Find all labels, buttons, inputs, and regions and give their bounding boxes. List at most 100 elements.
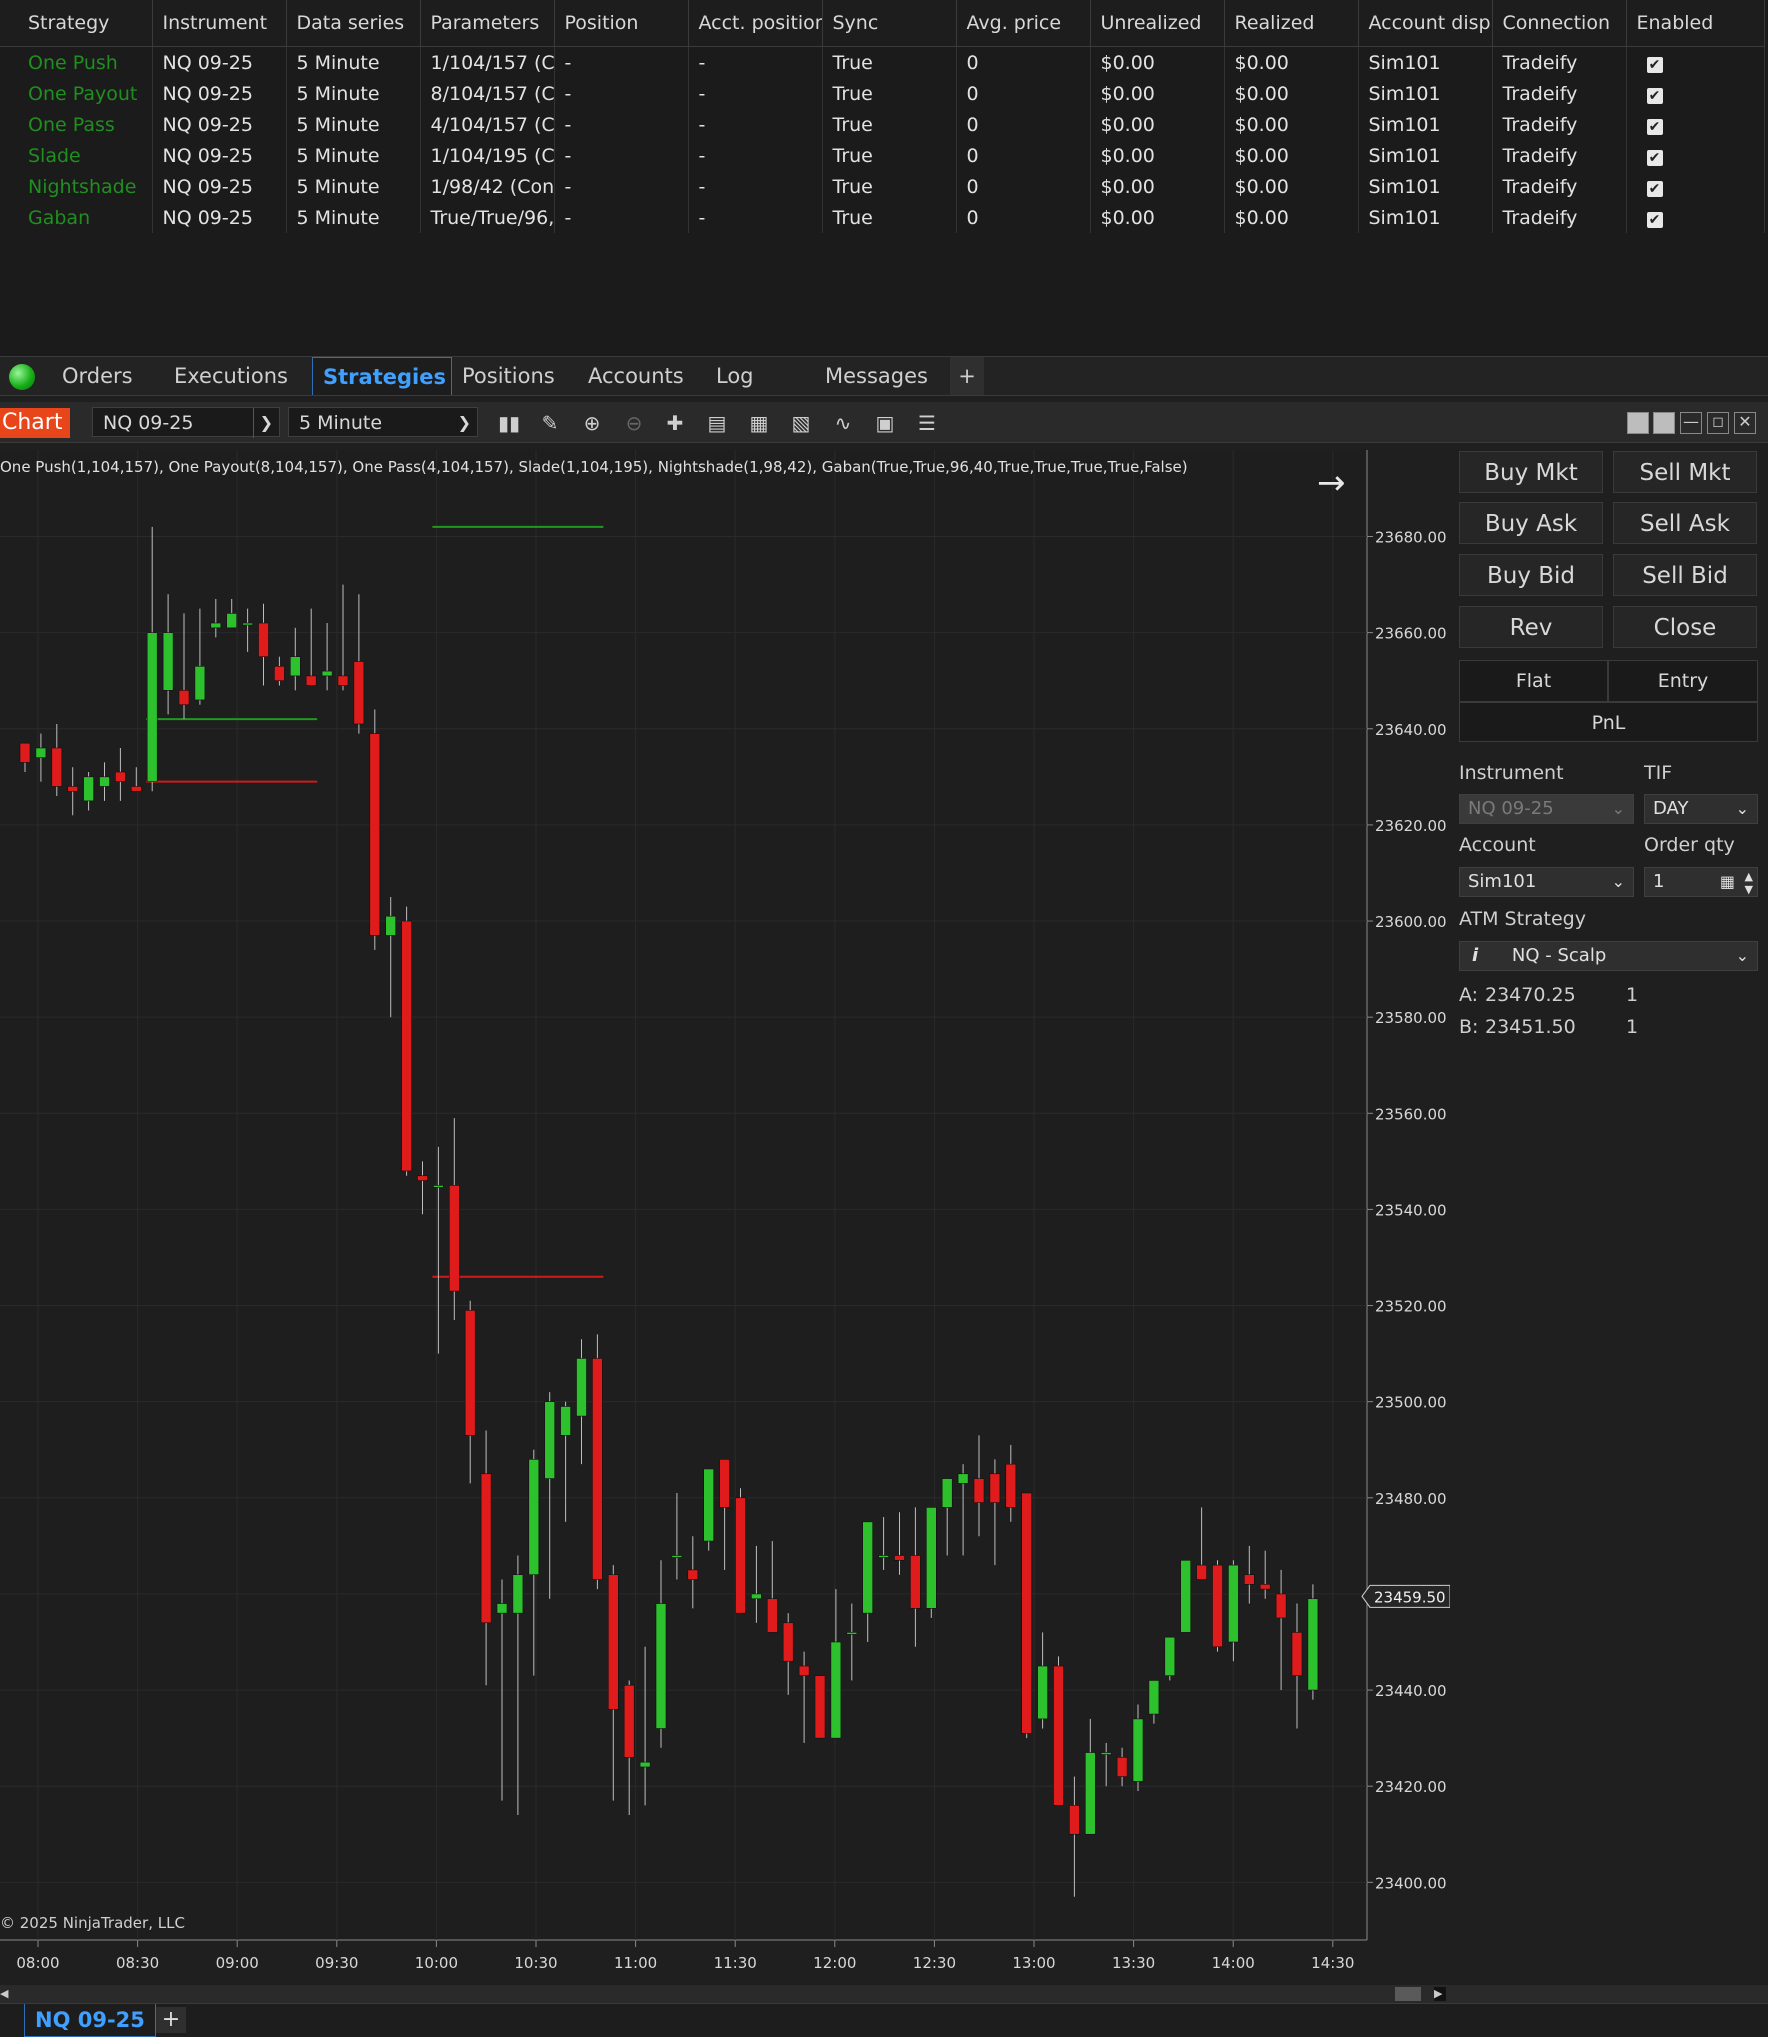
atm-strategy-label: ATM Strategy xyxy=(1459,908,1586,930)
tif-select-value: DAY xyxy=(1653,798,1689,819)
sell-bid-button[interactable]: Sell Bid xyxy=(1613,554,1757,596)
table-cell: Tradeify xyxy=(1492,78,1627,109)
close-icon[interactable]: ✕ xyxy=(1734,412,1756,434)
atm-strategy-select[interactable]: i NQ - Scalp ⌄ xyxy=(1459,941,1758,971)
enabled-checkbox[interactable]: ✔ xyxy=(1646,56,1663,73)
enabled-cell[interactable]: ✔ xyxy=(1626,140,1765,171)
info-icon[interactable]: i xyxy=(1472,945,1478,966)
candle-body xyxy=(925,1507,937,1609)
candle-body xyxy=(83,776,94,802)
tab-executions[interactable]: Executions xyxy=(164,357,298,395)
column-header[interactable]: Account display xyxy=(1358,0,1493,47)
candle-body xyxy=(51,747,63,787)
drawing-tool-icon[interactable]: ✎ xyxy=(535,408,565,438)
scroll-left-icon[interactable]: ◀ xyxy=(0,1987,10,2001)
chart-tab-nq[interactable]: NQ 09-25 xyxy=(24,2004,156,2037)
window-tile-icon[interactable] xyxy=(1653,412,1675,434)
sell-market-button[interactable]: Sell Mkt xyxy=(1613,451,1757,493)
column-header[interactable]: Strategy xyxy=(0,0,153,47)
tab-positions[interactable]: Positions xyxy=(452,357,565,395)
column-header[interactable]: Position xyxy=(554,0,689,47)
reverse-button[interactable]: Rev xyxy=(1459,606,1603,648)
sell-ask-button[interactable]: Sell Ask xyxy=(1613,502,1757,544)
interval-selector[interactable]: 5 Minute ❯ xyxy=(288,407,478,437)
table-row[interactable]: Nightshade NQ 09-25 5 Minute 1/98/42 (Cont -… xyxy=(0,171,1765,202)
enabled-checkbox[interactable]: ✔ xyxy=(1646,87,1663,104)
grid-body: One Push NQ 09-25 5 Minute 1/104/157 (Co - - T… xyxy=(0,46,1765,233)
maximize-icon[interactable]: ◻ xyxy=(1707,412,1729,434)
zoom-out-icon[interactable]: ⊖ xyxy=(619,408,649,438)
column-header[interactable]: Sync xyxy=(822,0,957,47)
candle-body xyxy=(1164,1636,1176,1676)
table-row[interactable]: One Payout NQ 09-25 5 Minute 8/104/157 (Co -… xyxy=(0,78,1765,109)
enabled-checkbox[interactable]: ✔ xyxy=(1646,180,1663,197)
enabled-cell[interactable]: ✔ xyxy=(1626,46,1765,78)
enabled-cell[interactable]: ✔ xyxy=(1626,171,1765,202)
candle-body xyxy=(115,771,126,782)
table-cell: $0.00 xyxy=(1090,202,1225,233)
templates-icon[interactable]: ▣ xyxy=(870,408,900,438)
close-position-button[interactable]: Close xyxy=(1613,606,1757,648)
price-tick-label: 23520.00 xyxy=(1375,1298,1447,1316)
enabled-checkbox[interactable]: ✔ xyxy=(1646,211,1663,228)
column-header[interactable]: Enabled xyxy=(1626,0,1765,47)
tab-accounts[interactable]: Accounts xyxy=(578,357,694,395)
enabled-cell[interactable]: ✔ xyxy=(1626,109,1765,140)
column-header[interactable]: Realized xyxy=(1224,0,1359,47)
add-tab-button[interactable]: + xyxy=(950,357,984,395)
enabled-checkbox[interactable]: ✔ xyxy=(1646,149,1663,166)
enabled-cell[interactable]: ✔ xyxy=(1626,202,1765,233)
tab-orders[interactable]: Orders xyxy=(52,357,143,395)
enabled-cell[interactable]: ✔ xyxy=(1626,78,1765,109)
table-cell: Tradeify xyxy=(1492,171,1627,202)
qty-stepper-icon[interactable]: ▲ ▼ xyxy=(1745,870,1753,896)
properties-icon[interactable]: ☰ xyxy=(912,408,942,438)
data-box-icon[interactable]: ▤ xyxy=(702,408,732,438)
table-row[interactable]: Slade NQ 09-25 5 Minute 1/104/195 (Co - - True… xyxy=(0,140,1765,171)
buy-bid-button[interactable]: Buy Bid xyxy=(1459,554,1603,596)
column-header[interactable]: Instrument xyxy=(152,0,287,47)
tab-log[interactable]: Log xyxy=(706,357,764,395)
buy-ask-button[interactable]: Buy Ask xyxy=(1459,502,1603,544)
candle-body xyxy=(655,1603,667,1729)
scrollbar-thumb[interactable] xyxy=(1395,1987,1421,2001)
indicators-icon[interactable]: ▧ xyxy=(786,408,816,438)
column-header[interactable]: Unrealized xyxy=(1090,0,1225,47)
horizontal-scrollbar[interactable]: ◀ ▶ xyxy=(0,1985,1768,2003)
tif-select[interactable]: DAY ⌄ xyxy=(1644,794,1758,824)
scroll-right-icon[interactable]: ▶ xyxy=(1434,1987,1446,2001)
zoom-in-icon[interactable]: ⊕ xyxy=(577,408,607,438)
tab-strategies[interactable]: Strategies xyxy=(312,357,452,395)
table-row[interactable]: Gaban NQ 09-25 5 Minute True/True/96, - - True… xyxy=(0,202,1765,233)
enabled-checkbox[interactable]: ✔ xyxy=(1646,118,1663,135)
chart-trader-icon[interactable]: ▦ xyxy=(744,408,774,438)
crosshair-icon[interactable]: ✚ xyxy=(660,408,690,438)
table-row[interactable]: One Push NQ 09-25 5 Minute 1/104/157 (Co - - T… xyxy=(0,46,1765,78)
instrument-select[interactable]: NQ 09-25 ⌄ xyxy=(1459,794,1634,824)
strategies-icon[interactable]: ∿ xyxy=(828,408,858,438)
column-header[interactable]: Connection xyxy=(1492,0,1627,47)
instrument-selector[interactable]: NQ 09-25 ❯ xyxy=(92,407,280,438)
window-link-icon[interactable] xyxy=(1627,412,1649,434)
order-qty-input[interactable]: 1 ▦ ▲ ▼ xyxy=(1644,867,1758,897)
table-cell: NQ 09-25 xyxy=(152,46,287,78)
table-row[interactable]: One Pass NQ 09-25 5 Minute 4/104/157 (Co - - T… xyxy=(0,109,1765,140)
table-cell: - xyxy=(688,171,823,202)
indicator-legend: One Push(1,104,157), One Payout(8,104,15… xyxy=(0,458,1188,476)
candle-body xyxy=(1307,1598,1319,1691)
calculator-icon[interactable]: ▦ xyxy=(1720,868,1735,896)
column-header[interactable]: Data series xyxy=(286,0,421,47)
column-header[interactable]: Parameters xyxy=(420,0,555,47)
price-chart[interactable]: 23680.00 23660.00 23640.00 23620.00 23600.00… xyxy=(0,450,1450,1985)
buy-market-button[interactable]: Buy Mkt xyxy=(1459,451,1603,493)
candle-body xyxy=(703,1468,715,1542)
tab-messages[interactable]: Messages xyxy=(815,357,938,395)
add-chart-tab-button[interactable]: + xyxy=(156,2007,186,2033)
minimize-icon[interactable]: — xyxy=(1680,412,1702,434)
column-header[interactable]: Acct. position xyxy=(688,0,823,47)
instrument-label: Instrument xyxy=(1459,762,1564,784)
account-select[interactable]: Sim101 ⌄ xyxy=(1459,867,1634,897)
bar-type-icon[interactable]: ▮▮ xyxy=(494,408,524,438)
column-header[interactable]: Avg. price xyxy=(956,0,1091,47)
arrow-right-icon[interactable]: → xyxy=(1317,463,1346,503)
